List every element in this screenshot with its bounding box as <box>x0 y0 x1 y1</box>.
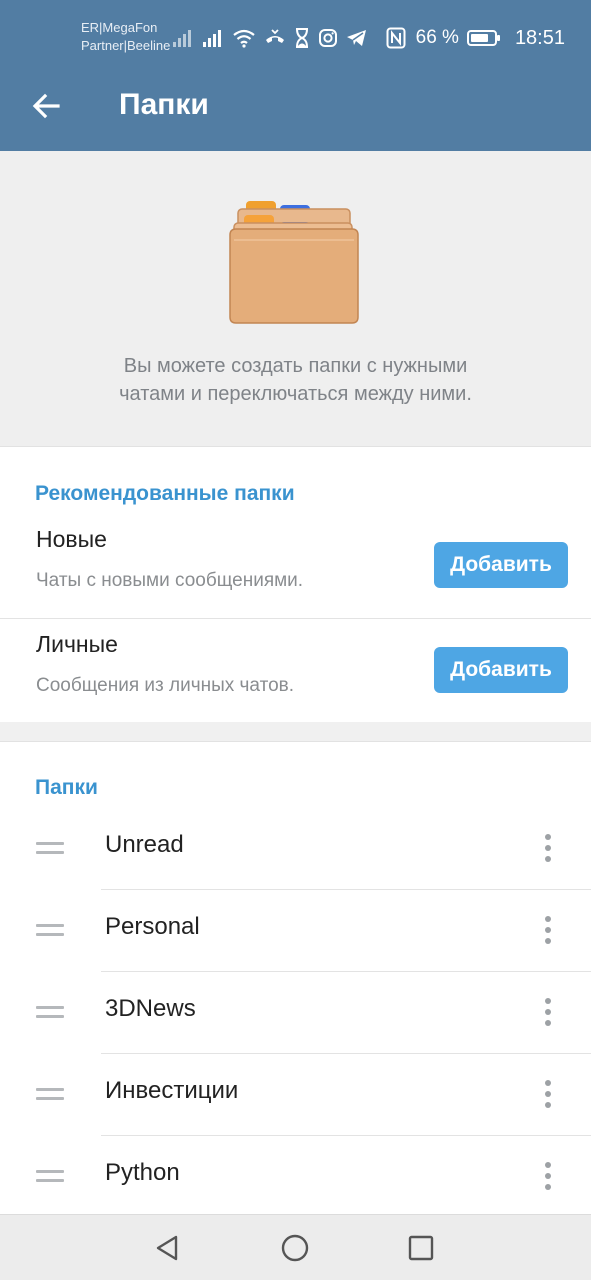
carrier-line-1: ER|MegaFon <box>81 20 158 35</box>
folder-row[interactable]: 3DNews <box>0 972 591 1054</box>
folders-section: Папки Unread Personal 3DNews Инвестиции … <box>0 741 591 1214</box>
system-navigation-bar <box>0 1214 591 1280</box>
folder-name: Personal <box>105 913 200 940</box>
intro-text: Вы можете создать папки с нужными чатами… <box>40 352 551 408</box>
drag-handle-icon[interactable] <box>36 839 64 859</box>
hourglass-icon <box>295 28 308 48</box>
add-folder-button[interactable]: Добавить <box>434 542 568 588</box>
signal-r-icon <box>202 30 221 47</box>
page-title: Папки <box>119 88 209 121</box>
folders-section-title: Папки <box>35 776 98 799</box>
recommended-item-name: Личные <box>36 631 118 657</box>
battery-icon <box>466 30 500 46</box>
folder-name: Unread <box>105 831 184 858</box>
top-bar: ER|MegaFon Partner|Beeline 66 % 18:51 Па… <box>0 0 591 151</box>
home-circle-icon[interactable] <box>279 1232 311 1264</box>
back-button[interactable] <box>22 84 70 128</box>
recommended-folders-section: Рекомендованные папки Новые Чаты с новым… <box>0 446 591 722</box>
more-options-icon[interactable] <box>534 995 562 1029</box>
signal-r-icon <box>172 30 191 47</box>
telegram-icon <box>346 30 366 46</box>
call-icon <box>265 29 284 43</box>
carrier-info: ER|MegaFon Partner|Beeline <box>81 19 170 55</box>
drag-handle-icon[interactable] <box>36 1085 64 1105</box>
clock: 18:51 <box>514 26 565 49</box>
arrow-left-icon <box>32 93 60 119</box>
drag-handle-icon[interactable] <box>36 1167 64 1187</box>
battery-percent: 66 % <box>415 27 459 48</box>
status-icons: 66 % 18:51 <box>172 24 565 52</box>
recommended-item-new: Новые Чаты с новыми сообщениями. Добавит… <box>0 514 591 618</box>
more-options-icon[interactable] <box>534 1159 562 1193</box>
recommended-item-personal: Личные Сообщения из личных чатов. Добави… <box>0 619 591 723</box>
folder-row[interactable]: Инвестиции <box>0 1054 591 1136</box>
more-options-icon[interactable] <box>534 1077 562 1111</box>
status-bar: ER|MegaFon Partner|Beeline 66 % 18:51 <box>0 0 591 74</box>
folder-name: 3DNews <box>105 995 196 1022</box>
carrier-line-2: Partner|Beeline <box>81 38 171 53</box>
recommended-item-description: Сообщения из личных чатов. <box>36 675 295 696</box>
folder-row[interactable]: Unread <box>0 808 591 890</box>
folder-name: Инвестиции <box>105 1077 239 1104</box>
recommended-item-name: Новые <box>36 526 107 552</box>
add-folder-button[interactable]: Добавить <box>434 647 568 693</box>
folders-illustration <box>229 201 359 324</box>
intro-section: Вы можете создать папки с нужными чатами… <box>0 151 591 446</box>
back-triangle-icon[interactable] <box>152 1232 184 1264</box>
drag-handle-icon[interactable] <box>36 921 64 941</box>
recommended-item-description: Чаты с новыми сообщениями. <box>36 570 304 591</box>
folder-row[interactable]: Personal <box>0 890 591 972</box>
recommended-section-title: Рекомендованные папки <box>35 482 295 505</box>
intro-text-line-1: Вы можете создать папки с нужными <box>123 355 468 377</box>
instagram-icon <box>318 29 337 47</box>
nfc-icon <box>386 27 406 49</box>
folder-name: Python <box>105 1159 180 1186</box>
drag-handle-icon[interactable] <box>36 1003 64 1023</box>
more-options-icon[interactable] <box>534 831 562 865</box>
folder-row[interactable]: Python <box>0 1136 591 1218</box>
recents-square-icon[interactable] <box>405 1232 437 1264</box>
wifi-icon <box>232 29 255 48</box>
more-options-icon[interactable] <box>534 913 562 947</box>
intro-text-line-2: чатами и переключаться между ними. <box>119 383 472 405</box>
